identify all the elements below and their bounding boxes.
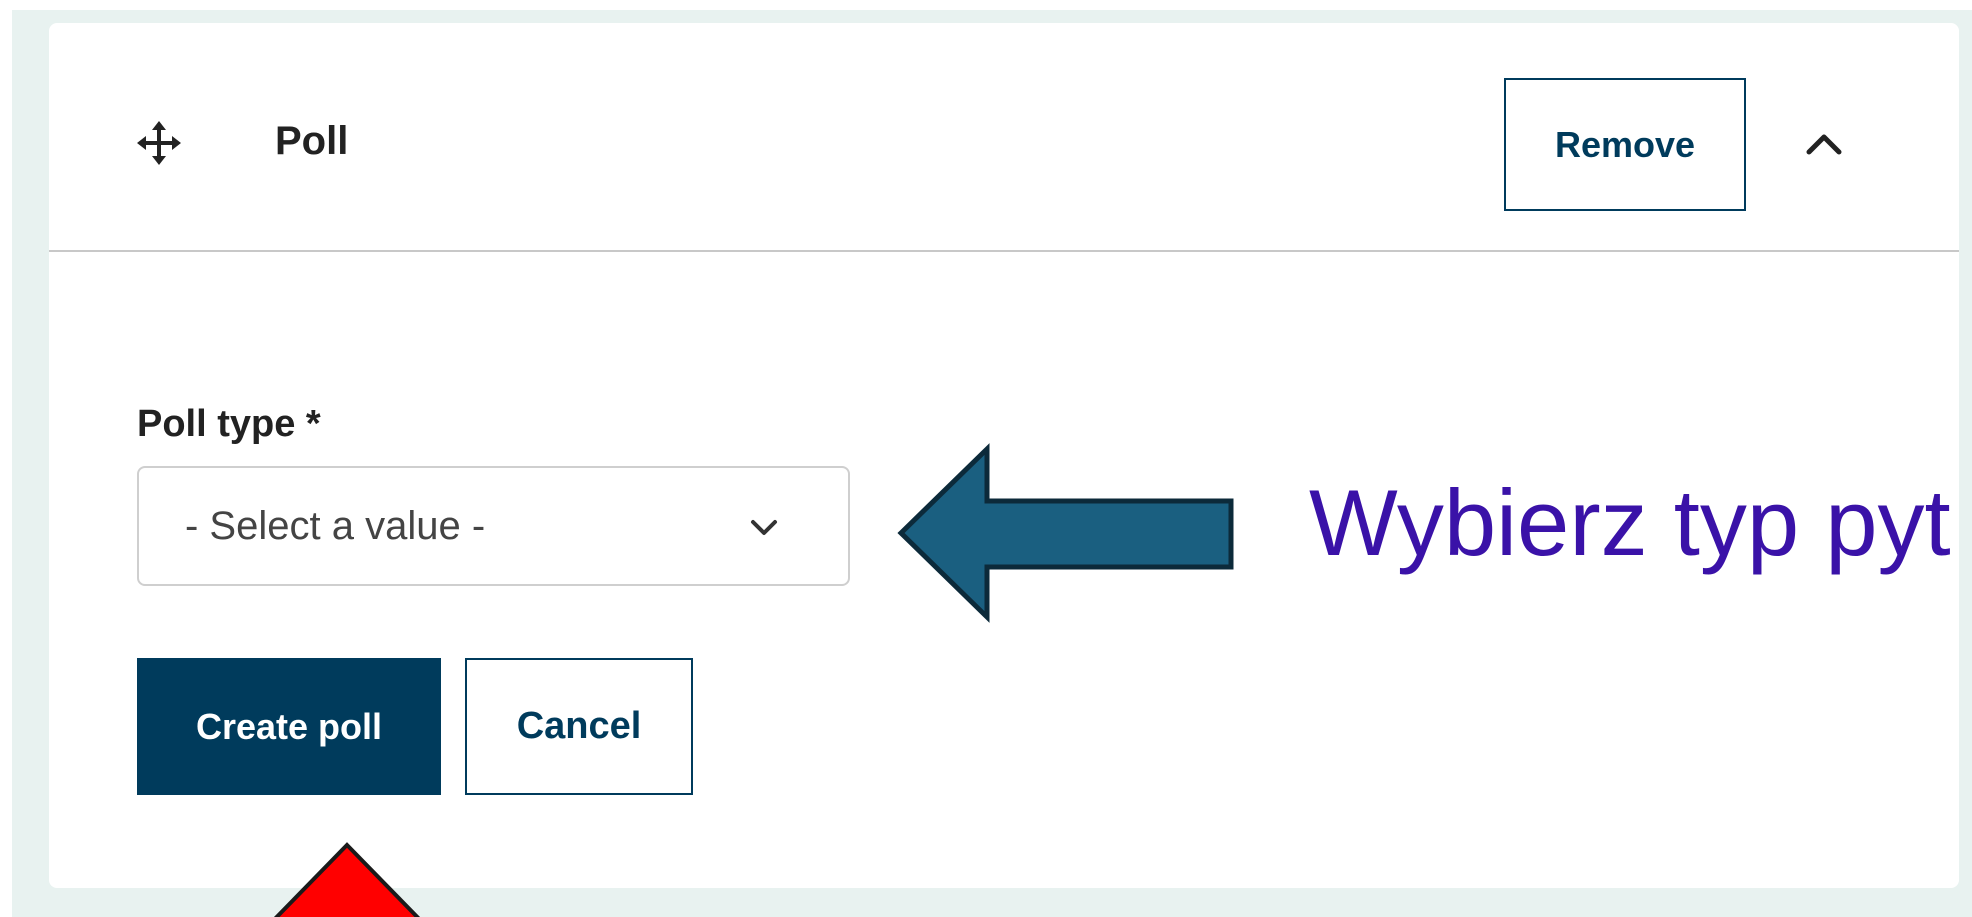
annotation-text: Wybierz typ pyt [1309,470,1951,575]
poll-paragraph-card: Poll Remove Poll type * - Select a value… [49,23,1959,917]
cancel-button[interactable]: Cancel [465,658,693,795]
poll-type-selected-value: - Select a value - [185,504,486,548]
poll-card-header: Poll Remove [49,23,1959,252]
remove-button[interactable]: Remove [1504,78,1746,211]
annotation-arrow-left [897,443,1237,623]
annotation-arrow-up [261,841,433,917]
poll-title: Poll [275,119,349,163]
create-poll-button[interactable]: Create poll [137,658,441,795]
page-background: Poll Remove Poll type * - Select a value… [12,10,1972,917]
poll-type-select[interactable]: - Select a value - [137,466,850,586]
drag-move-icon[interactable] [137,121,181,165]
chevron-up-icon[interactable] [1801,121,1847,167]
chevron-down-icon [745,508,783,546]
poll-type-label: Poll type * [137,403,321,445]
